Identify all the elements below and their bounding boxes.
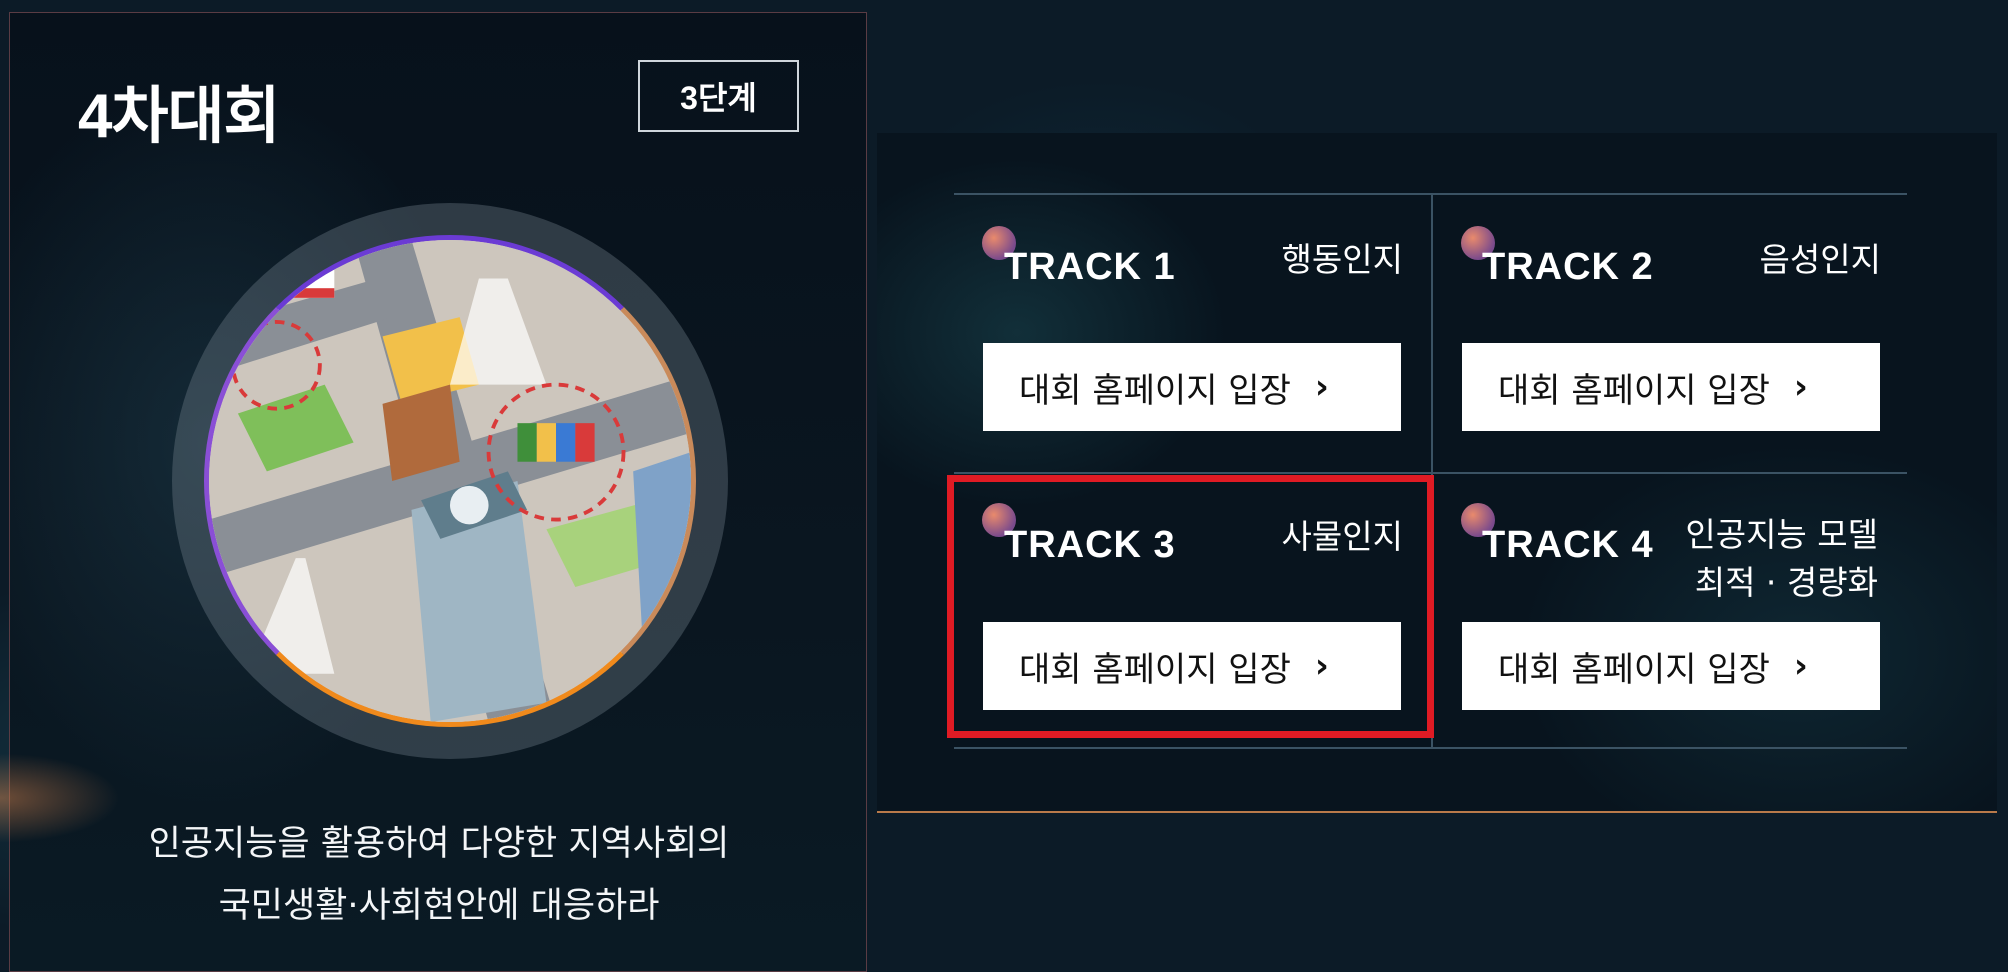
button-label: 대회 홈페이지 입장 [1498, 649, 1770, 690]
track-name: 음성인지 [1759, 240, 1881, 279]
track-name-line-1: 인공지능 모델 [1685, 515, 1878, 554]
track-label: TRACK 4 [1482, 524, 1654, 566]
description-line-2: 국민생활·사회현안에 대응하라 [218, 886, 660, 926]
selection-highlight [947, 475, 1434, 738]
track-label: TRACK 2 [1482, 246, 1654, 288]
enter-homepage-button-track-1[interactable]: 대회 홈페이지 입장 › [983, 343, 1401, 431]
competition-card: 4차대회 3단계 인공지능을 활용하여 다양한 지역사회의 국민생활·사회현안에… [0, 12, 867, 972]
button-label: 대회 홈페이지 입장 [1498, 370, 1770, 411]
enter-homepage-button-track-4[interactable]: 대회 홈페이지 입장 › [1462, 622, 1880, 710]
competition-title: 4차대회 [78, 82, 281, 151]
track-label: TRACK 1 [1004, 246, 1176, 288]
stage-badge: 3단계 [638, 60, 799, 132]
chevron-right-icon: › [1793, 367, 1808, 407]
competition-description: 인공지능을 활용하여 다양한 지역사회의 국민생활·사회현안에 대응하라 [50, 813, 828, 937]
track-name: 행동인지 [1281, 240, 1403, 279]
description-line-1: 인공지능을 활용하여 다양한 지역사회의 [148, 824, 730, 864]
track-name: 인공지능 모델 최적 · 경량화 [1685, 511, 1878, 607]
button-label: 대회 홈페이지 입장 [1019, 370, 1291, 411]
chevron-right-icon: › [1793, 646, 1808, 686]
chevron-right-icon: › [1314, 367, 1329, 407]
smart-city-illustration [204, 235, 696, 727]
enter-homepage-button-track-2[interactable]: 대회 홈페이지 입장 › [1462, 343, 1880, 431]
city-map-icon [209, 240, 691, 722]
track-name-line-2: 최적 · 경량화 [1694, 563, 1878, 602]
